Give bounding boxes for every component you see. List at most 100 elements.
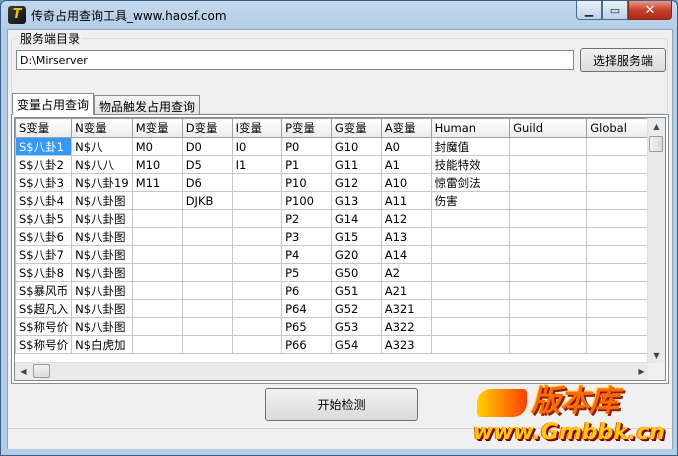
grid-cell[interactable]: P4 bbox=[281, 245, 332, 264]
grid-cell[interactable]: S$八卦3 bbox=[15, 173, 73, 192]
grid-cell[interactable]: G14 bbox=[330, 209, 382, 228]
grid-cell[interactable]: N$八卦图 bbox=[71, 209, 133, 228]
grid-cell[interactable]: N$八卦图 bbox=[71, 245, 133, 264]
grid-cell[interactable] bbox=[131, 209, 183, 228]
variable-grid[interactable]: S变量 N变量 M变量 D变量 I变量 P变量 G变量 A变量 Human Guild Global… bbox=[14, 117, 666, 381]
table-row[interactable]: S$超凡入 N$八卦图 P64 G52 A321 bbox=[15, 299, 665, 318]
grid-cell[interactable] bbox=[131, 299, 183, 318]
grid-cell[interactable] bbox=[231, 281, 283, 300]
grid-cell[interactable]: D0 bbox=[181, 137, 233, 156]
grid-cell[interactable]: N$八卦图 bbox=[71, 191, 133, 210]
grid-header-cell[interactable]: Human bbox=[430, 118, 511, 138]
scroll-up-icon[interactable]: ▲ bbox=[648, 118, 665, 135]
start-check-button[interactable]: 开始检测 bbox=[265, 388, 418, 421]
scroll-left-icon[interactable]: ◀ bbox=[15, 363, 32, 380]
close-button[interactable]: ✕ bbox=[628, 1, 672, 20]
grid-cell[interactable]: G15 bbox=[330, 227, 382, 246]
grid-cell[interactable] bbox=[181, 209, 233, 228]
grid-cell[interactable]: S$暴风币 bbox=[15, 281, 73, 300]
scroll-down-icon[interactable]: ▼ bbox=[648, 347, 665, 364]
grid-cell[interactable]: P1 bbox=[281, 155, 332, 174]
grid-cell[interactable] bbox=[181, 317, 233, 336]
grid-header-cell[interactable]: G变量 bbox=[330, 118, 382, 138]
grid-cell[interactable]: N$八 bbox=[71, 137, 133, 156]
grid-cell[interactable] bbox=[509, 263, 588, 282]
grid-cell[interactable]: G10 bbox=[330, 137, 382, 156]
grid-cell[interactable]: G13 bbox=[330, 191, 382, 210]
table-row[interactable]: S$八卦5 N$八卦图 P2 G14 A12 bbox=[15, 209, 665, 228]
grid-cell[interactable] bbox=[430, 281, 511, 300]
grid-cell[interactable]: P64 bbox=[281, 299, 332, 318]
grid-cell[interactable]: 封魔值 bbox=[430, 137, 511, 156]
grid-cell[interactable]: A322 bbox=[380, 317, 432, 336]
vertical-scroll-thumb[interactable] bbox=[649, 136, 663, 152]
grid-cell[interactable] bbox=[430, 245, 511, 264]
table-row[interactable]: S$八卦1 N$八 M0 D0 I0 P0 G10 A0 封魔值 bbox=[15, 137, 665, 156]
grid-cell[interactable]: P65 bbox=[281, 317, 332, 336]
title-bar[interactable]: T 传奇占用查询工具_www.haosf.com ▁ ▭ ✕ bbox=[1, 1, 677, 29]
grid-cell[interactable]: G52 bbox=[330, 299, 382, 318]
grid-cell[interactable]: S$八卦6 bbox=[15, 227, 73, 246]
grid-cell[interactable]: N$八八 bbox=[71, 155, 133, 174]
grid-header-cell[interactable]: D变量 bbox=[181, 118, 233, 138]
grid-cell[interactable] bbox=[231, 299, 283, 318]
grid-cell[interactable]: A14 bbox=[380, 245, 432, 264]
grid-cell[interactable]: A323 bbox=[380, 335, 432, 354]
grid-cell[interactable] bbox=[181, 245, 233, 264]
grid-cell[interactable] bbox=[131, 335, 183, 354]
grid-cell[interactable]: A1 bbox=[380, 155, 432, 174]
tab-variable-query[interactable]: 变量占用查询 bbox=[12, 93, 95, 115]
grid-cell[interactable]: I1 bbox=[231, 155, 283, 174]
grid-cell[interactable] bbox=[430, 335, 511, 354]
grid-header-cell[interactable]: S变量 bbox=[15, 118, 73, 138]
grid-cell[interactable]: A321 bbox=[380, 299, 432, 318]
grid-cell[interactable] bbox=[509, 173, 588, 192]
grid-cell[interactable] bbox=[181, 227, 233, 246]
grid-cell[interactable]: P10 bbox=[281, 173, 332, 192]
grid-cell[interactable]: N$八卦图 bbox=[71, 317, 133, 336]
grid-cell[interactable]: N$八卦图 bbox=[71, 281, 133, 300]
table-row[interactable]: S$八卦3 N$八卦19 M11 D6 P10 G12 A10 惊雷剑法 bbox=[15, 173, 665, 192]
table-row[interactable]: S$八卦7 N$八卦图 P4 G20 A14 bbox=[15, 245, 665, 264]
grid-cell[interactable]: P3 bbox=[281, 227, 332, 246]
grid-cell[interactable] bbox=[231, 227, 283, 246]
grid-cell[interactable] bbox=[509, 191, 588, 210]
grid-cell[interactable] bbox=[131, 263, 183, 282]
grid-cell[interactable]: S$称号价 bbox=[15, 317, 73, 336]
minimize-button[interactable]: ▁ bbox=[576, 1, 602, 20]
grid-cell[interactable] bbox=[430, 209, 511, 228]
grid-cell[interactable] bbox=[430, 317, 511, 336]
grid-cell[interactable] bbox=[131, 227, 183, 246]
grid-cell[interactable]: G20 bbox=[330, 245, 382, 264]
grid-cell[interactable]: A21 bbox=[380, 281, 432, 300]
grid-cell[interactable] bbox=[509, 299, 588, 318]
grid-cell[interactable] bbox=[430, 299, 511, 318]
grid-header-cell[interactable]: Guild bbox=[509, 118, 588, 138]
table-row[interactable]: S$称号价 N$白虎加 P66 G54 A323 bbox=[15, 335, 665, 354]
grid-cell[interactable]: M0 bbox=[131, 137, 183, 156]
grid-cell[interactable]: N$八卦图 bbox=[71, 227, 133, 246]
grid-cell[interactable]: 伤害 bbox=[430, 191, 511, 210]
grid-cell[interactable] bbox=[181, 335, 233, 354]
grid-cell[interactable]: N$白虎加 bbox=[71, 335, 133, 354]
grid-cell[interactable] bbox=[181, 299, 233, 318]
grid-cell[interactable]: P100 bbox=[281, 191, 332, 210]
maximize-button[interactable]: ▭ bbox=[602, 1, 628, 20]
grid-cell[interactable]: P66 bbox=[281, 335, 332, 354]
grid-cell[interactable]: S$八卦1 bbox=[15, 137, 73, 156]
grid-header-cell[interactable]: P变量 bbox=[281, 118, 332, 138]
grid-cell[interactable] bbox=[509, 155, 588, 174]
grid-cell[interactable]: P0 bbox=[281, 137, 332, 156]
table-row[interactable]: S$称号价 N$八卦图 P65 G53 A322 bbox=[15, 317, 665, 336]
grid-cell[interactable] bbox=[509, 137, 588, 156]
grid-cell[interactable] bbox=[509, 317, 588, 336]
grid-header-cell[interactable]: I变量 bbox=[231, 118, 283, 138]
grid-header-cell[interactable]: N变量 bbox=[71, 118, 133, 138]
grid-cell[interactable]: S$八卦5 bbox=[15, 209, 73, 228]
grid-cell[interactable] bbox=[509, 245, 588, 264]
grid-cell[interactable]: P2 bbox=[281, 209, 332, 228]
table-row[interactable]: S$八卦6 N$八卦图 P3 G15 A13 bbox=[15, 227, 665, 246]
grid-cell[interactable]: DJKB bbox=[181, 191, 233, 210]
table-row[interactable]: S$暴风币 N$八卦图 P6 G51 A21 bbox=[15, 281, 665, 300]
vertical-scrollbar[interactable]: ▲ ▼ bbox=[647, 118, 665, 364]
